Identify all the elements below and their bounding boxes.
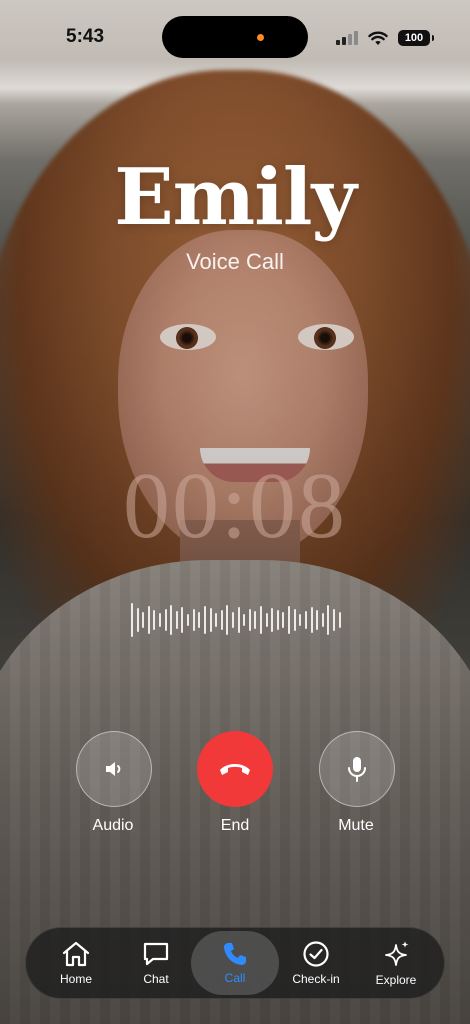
- check-circle-icon: [303, 941, 329, 967]
- waveform-bar: [187, 614, 190, 626]
- tab-explore-label: Explore: [375, 973, 417, 987]
- speaker-icon: [106, 762, 121, 776]
- end-label: End: [220, 817, 250, 834]
- waveform-bar: [248, 609, 251, 631]
- signal-icon: [336, 31, 358, 45]
- waveform-bar: [260, 606, 263, 634]
- tab-chat[interactable]: Chat: [114, 931, 198, 995]
- waveform-bar: [209, 608, 212, 632]
- waveform-bar: [175, 611, 178, 629]
- waveform-bar: [321, 613, 324, 627]
- phone-icon: [224, 943, 246, 965]
- waveform-bar: [215, 613, 218, 627]
- call-type-label: Voice Call: [186, 249, 284, 274]
- home-icon: [62, 941, 90, 967]
- waveform-bar: [332, 609, 335, 631]
- audio-label: Audio: [92, 817, 134, 834]
- battery-indicator: 100: [398, 30, 434, 46]
- tab-call-label: Call: [224, 971, 246, 985]
- tab-check-in-label: Check-in: [292, 972, 340, 986]
- mic-indicator-icon: [257, 34, 264, 41]
- waveform-bar: [243, 614, 246, 626]
- tab-check-in[interactable]: Check-in: [274, 931, 358, 995]
- waveform-bar: [304, 611, 307, 629]
- tab-home-label: Home: [59, 972, 92, 986]
- mute-button[interactable]: [319, 731, 395, 807]
- waveform-bar: [327, 605, 330, 635]
- waveform-bar: [159, 613, 162, 627]
- waveform-bar: [282, 612, 285, 628]
- waveform-bar: [136, 608, 139, 632]
- waveform-bar: [142, 612, 145, 628]
- waveform-bar: [310, 607, 313, 633]
- waveform-bar: [164, 609, 167, 631]
- waveform-bar: [131, 603, 133, 637]
- waveform-bar: [288, 606, 291, 634]
- waveform-bar: [181, 607, 184, 633]
- waveform-bar: [153, 610, 156, 630]
- waveform-bar: [220, 610, 223, 630]
- caller-name: Emily: [114, 152, 357, 243]
- waveform-bar: [226, 605, 229, 635]
- waveform-bar: [293, 609, 296, 631]
- waveform-bar: [231, 612, 234, 628]
- call-timer: 00:08: [122, 454, 348, 558]
- tab-home[interactable]: Home: [34, 931, 118, 995]
- waveform-bar: [271, 608, 274, 632]
- end-call-icon: [220, 764, 250, 775]
- tab-call[interactable]: Call: [191, 931, 279, 995]
- waveform-bar: [254, 611, 257, 629]
- waveform-bar: [170, 605, 173, 635]
- waveform-bar: [265, 613, 268, 627]
- wifi-icon: [368, 31, 388, 45]
- waveform-bar: [316, 610, 319, 630]
- mute-label: Mute: [338, 817, 374, 834]
- bottom-tab-bar: Home Chat Call Check-in Explore: [25, 927, 445, 999]
- tab-explore[interactable]: Explore: [354, 931, 438, 995]
- status-time: 5:43: [66, 26, 105, 47]
- waveform-bar: [237, 607, 240, 633]
- waveform-bar: [192, 609, 195, 631]
- audio-button[interactable]: [76, 731, 152, 807]
- waveform-bar: [338, 612, 341, 628]
- sparkle-icon: [385, 941, 409, 966]
- waveform-bar: [147, 606, 150, 634]
- microphone-icon: [348, 757, 366, 782]
- waveform-bar: [203, 606, 206, 634]
- chat-icon: [143, 942, 169, 966]
- voice-waveform: [131, 600, 341, 640]
- status-bar: 5:43 100: [0, 0, 470, 76]
- dynamic-island: [162, 16, 308, 58]
- waveform-bar: [276, 610, 279, 630]
- waveform-bar: [299, 614, 302, 626]
- tab-chat-label: Chat: [143, 972, 169, 986]
- end-call-button[interactable]: [197, 731, 273, 807]
- waveform-bar: [198, 612, 201, 628]
